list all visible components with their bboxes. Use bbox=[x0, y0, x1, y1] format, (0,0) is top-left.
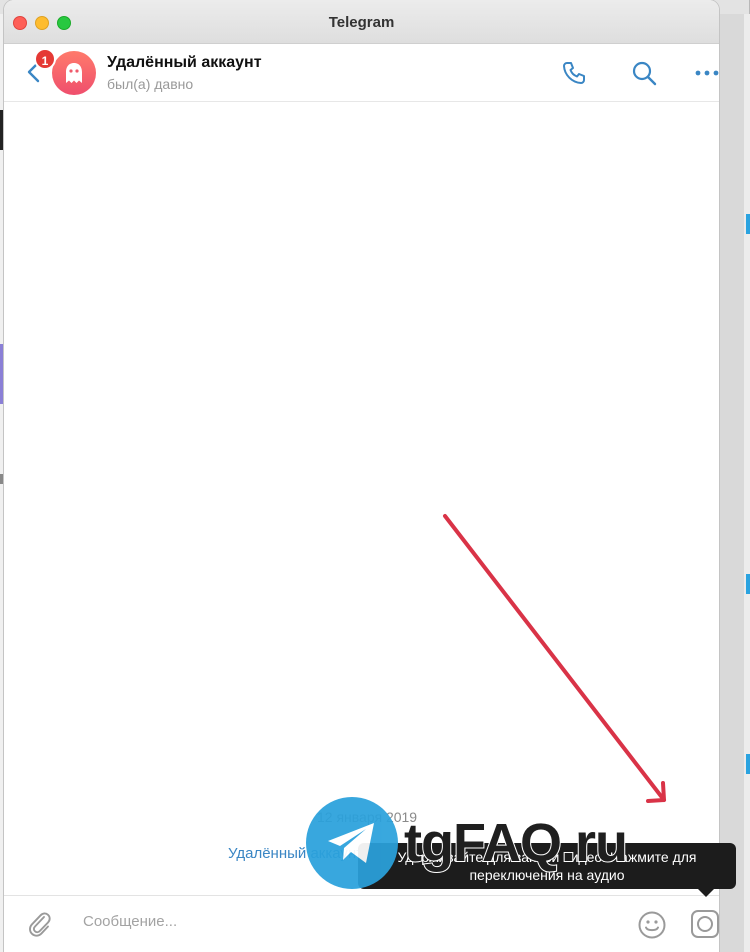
avatar[interactable] bbox=[52, 51, 96, 95]
message-history[interactable]: 12 января 2019 Удалённый аккаунт bbox=[4, 102, 719, 895]
chat-header: 1 Удалённый аккаунт был(а) давно bbox=[4, 44, 719, 102]
ghost-avatar-icon bbox=[66, 63, 82, 83]
date-separator: 12 января 2019 bbox=[317, 809, 418, 825]
service-message: Удалённый аккаунт bbox=[228, 845, 364, 862]
message-input[interactable] bbox=[83, 913, 383, 930]
window-title: Telegram bbox=[328, 14, 395, 31]
video-record-tooltip: Удерживайте для записи видео. Нажмите дл… bbox=[358, 843, 736, 897]
more-dots-icon[interactable] bbox=[693, 59, 719, 87]
paperclip-icon[interactable] bbox=[26, 910, 54, 938]
phone-icon[interactable] bbox=[560, 59, 588, 87]
search-icon[interactable] bbox=[630, 59, 658, 87]
tooltip-line-1: Удерживайте для записи видео. Нажмите дл… bbox=[397, 849, 697, 865]
chat-title[interactable]: Удалённый аккаунт bbox=[107, 54, 262, 72]
background-window-right-edge bbox=[744, 14, 750, 952]
chat-last-seen-status: был(а) давно bbox=[107, 76, 194, 92]
title-bar: Telegram bbox=[4, 0, 719, 44]
unread-count-badge: 1 bbox=[34, 48, 56, 70]
message-composer bbox=[4, 895, 719, 952]
emoji-icon[interactable] bbox=[636, 909, 668, 941]
video-message-icon[interactable] bbox=[688, 907, 719, 941]
telegram-window: Telegram 1 Удалённый аккаунт был(а) давн… bbox=[4, 0, 719, 952]
tooltip-line-2: переключения на аудио bbox=[469, 867, 625, 883]
